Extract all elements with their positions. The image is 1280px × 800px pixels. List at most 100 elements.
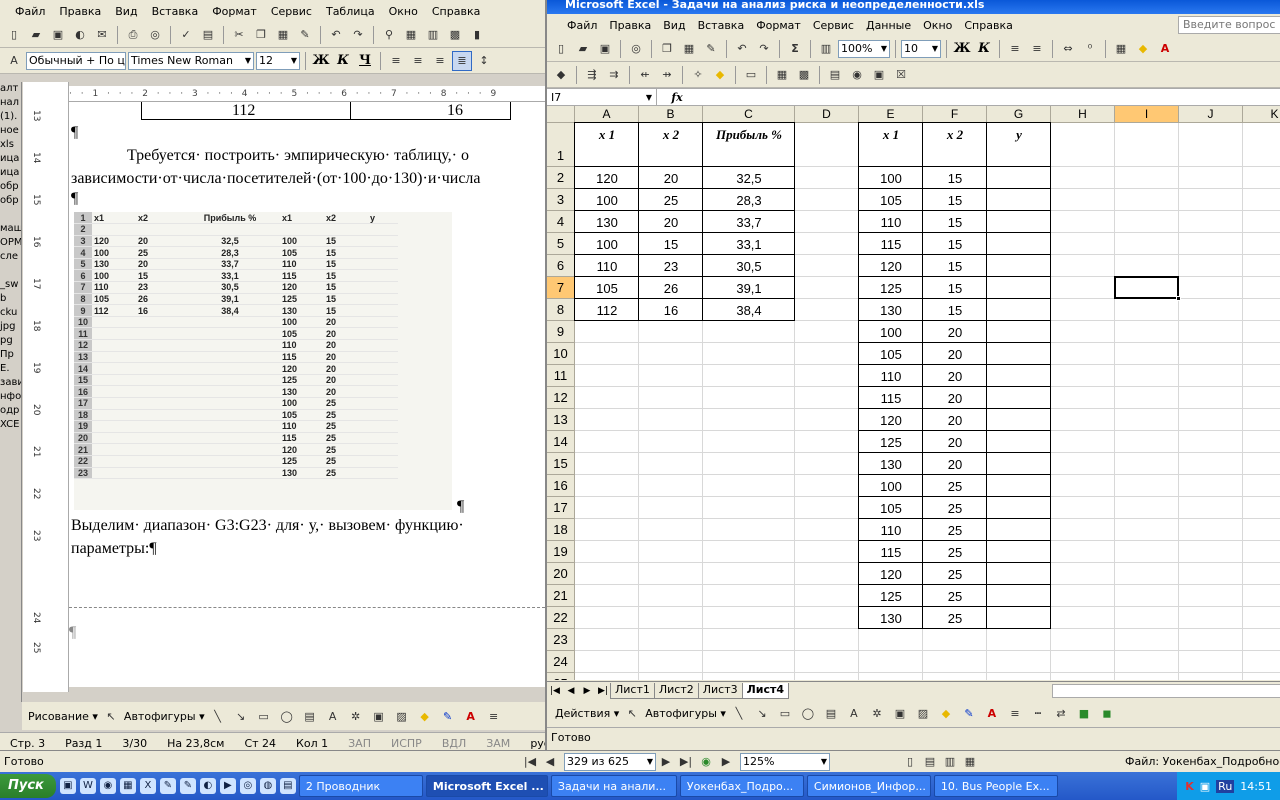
line-color-icon[interactable]: ✎: [438, 706, 458, 726]
data-cell[interactable]: 20: [639, 211, 703, 233]
data-cell[interactable]: 15: [639, 233, 703, 255]
data-cell[interactable]: 20: [923, 365, 987, 387]
data-cell[interactable]: 39,1: [703, 277, 795, 299]
data-cell[interactable]: 20: [923, 387, 987, 409]
data-cell[interactable]: 130: [575, 211, 639, 233]
data-cell[interactable]: 115: [859, 387, 923, 409]
open-folder-icon[interactable]: ▰: [26, 25, 46, 45]
hyperlink-icon[interactable]: ⚲: [379, 25, 399, 45]
word-menu-window[interactable]: Окно: [382, 3, 425, 20]
data-cell[interactable]: 25: [923, 563, 987, 585]
data-cell[interactable]: 100: [859, 321, 923, 343]
data-cell[interactable]: 28,3: [703, 189, 795, 211]
data-cell[interactable]: 25: [923, 607, 987, 629]
clipart-icon[interactable]: ▣: [369, 706, 389, 726]
panel-item[interactable]: маш: [0, 222, 21, 236]
last-sheet-icon[interactable]: ▶|: [595, 686, 611, 696]
taskbar-button-bus-people[interactable]: 10. Bus People Ex...: [933, 775, 1058, 797]
column-header-h[interactable]: H: [1051, 106, 1115, 123]
panel-item[interactable]: pg: [0, 334, 21, 348]
row-header-7[interactable]: 7: [547, 277, 575, 299]
dash-style-icon[interactable]: ┅: [1028, 703, 1048, 723]
column-header-a[interactable]: A: [575, 106, 639, 123]
row-header-15[interactable]: 15: [547, 453, 575, 475]
panel-item[interactable]: ОРМ: [0, 236, 21, 250]
comment-icon[interactable]: ▭: [741, 65, 761, 85]
column-header-b[interactable]: B: [639, 106, 703, 123]
taskbar-button-excel[interactable]: Microsoft Excel ...: [425, 775, 548, 797]
picture-icon[interactable]: ▨: [913, 703, 933, 723]
autoshapes-menu[interactable]: Автофигуры ▾: [645, 707, 726, 720]
page-counter[interactable]: 329 из 625 ▼: [564, 752, 656, 771]
word-menu-edit[interactable]: Правка: [52, 3, 108, 20]
data-cell[interactable]: 38,4: [703, 299, 795, 321]
data-cell[interactable]: 23: [639, 255, 703, 277]
italic-button[interactable]: К: [333, 51, 353, 71]
status-track[interactable]: ИСПР: [381, 737, 432, 750]
data-cell[interactable]: 32,5: [703, 167, 795, 189]
column-header-j[interactable]: J: [1179, 106, 1243, 123]
undo-icon[interactable]: ↶: [732, 39, 752, 59]
start-button[interactable]: Пуск: [0, 774, 56, 798]
excel-menu-insert[interactable]: Вставка: [692, 17, 751, 34]
row-header-6[interactable]: 6: [547, 255, 575, 277]
autoshapes-menu[interactable]: Автофигуры ▾: [124, 710, 205, 723]
data-cell[interactable]: 100: [859, 167, 923, 189]
wordart-icon[interactable]: A: [844, 703, 864, 723]
data-cell[interactable]: 20: [923, 409, 987, 431]
word-menu-view[interactable]: Вид: [108, 3, 144, 20]
app-icon[interactable]: ▤: [279, 778, 296, 794]
line-style-icon[interactable]: ≡: [1005, 703, 1025, 723]
draw-actions-menu[interactable]: Действия ▾: [555, 707, 619, 720]
data-cell[interactable]: 16: [639, 299, 703, 321]
data-cell[interactable]: 15: [923, 255, 987, 277]
network-icon[interactable]: ▣: [1200, 780, 1210, 793]
paste-icon[interactable]: ▦: [679, 39, 699, 59]
column-header-c[interactable]: C: [703, 106, 795, 123]
header-cell[interactable]: x 1: [859, 123, 923, 167]
row-header-1[interactable]: 1: [547, 123, 575, 167]
ask-question-box[interactable]: Введите вопрос: [1178, 16, 1280, 34]
styles-pane-icon[interactable]: A: [4, 51, 24, 71]
panel-item[interactable]: ное: [0, 124, 21, 138]
copy-icon[interactable]: ❐: [251, 25, 271, 45]
fill-color-icon[interactable]: ◆: [936, 703, 956, 723]
panel-item[interactable]: алт: [0, 82, 21, 96]
rectangle-icon[interactable]: ▭: [254, 706, 274, 726]
sheet-tab-3[interactable]: Лист3: [697, 682, 743, 699]
data-cell[interactable]: 105: [575, 277, 639, 299]
row-header-12[interactable]: 12: [547, 387, 575, 409]
forward-icon[interactable]: ▶: [716, 752, 736, 772]
formula-input[interactable]: [697, 89, 1280, 105]
single-page-icon[interactable]: ▯: [900, 752, 920, 772]
data-cell[interactable]: 110: [575, 255, 639, 277]
font-color-icon[interactable]: A: [1155, 39, 1175, 59]
row-header-25[interactable]: 25: [547, 673, 575, 680]
media-icon[interactable]: ▶: [219, 778, 236, 794]
panel-item[interactable]: xls: [0, 138, 21, 152]
decimal-icon[interactable]: ⁰: [1080, 39, 1100, 59]
fx-icon[interactable]: fx: [657, 91, 697, 104]
row-header-2[interactable]: 2: [547, 167, 575, 189]
app-icon[interactable]: ▦: [119, 778, 136, 794]
trace-error-icon[interactable]: ✧: [688, 65, 708, 85]
textbox-icon[interactable]: ▤: [300, 706, 320, 726]
print-preview-icon[interactable]: ◎: [626, 39, 646, 59]
excel-menu-window[interactable]: Окно: [917, 17, 958, 34]
data-cell[interactable]: 115: [859, 233, 923, 255]
align-right-icon[interactable]: ≡: [430, 51, 450, 71]
spreadsheet-grid[interactable]: A B C D E F G H I J K 1 2 3 4 5 6 7 8 9 10 11 12 13 14 15 16 17 18 19…: [547, 106, 1280, 680]
data-cell[interactable]: 105: [859, 189, 923, 211]
next-sheet-icon[interactable]: ▶: [579, 686, 595, 696]
watch-window-icon[interactable]: ▤: [825, 65, 845, 85]
panel-item[interactable]: _sw: [0, 278, 21, 292]
select-arrow-icon[interactable]: ↖: [101, 706, 121, 726]
draw-menu[interactable]: Рисование ▾: [28, 710, 98, 723]
data-cell[interactable]: 25: [923, 519, 987, 541]
cut-icon[interactable]: ✂: [229, 25, 249, 45]
row-header-23[interactable]: 23: [547, 629, 575, 651]
diagram-icon[interactable]: ✲: [867, 703, 887, 723]
align-center-icon[interactable]: ≡: [1027, 39, 1047, 59]
align-left-icon[interactable]: ≡: [1005, 39, 1025, 59]
redo-icon[interactable]: ↷: [754, 39, 774, 59]
